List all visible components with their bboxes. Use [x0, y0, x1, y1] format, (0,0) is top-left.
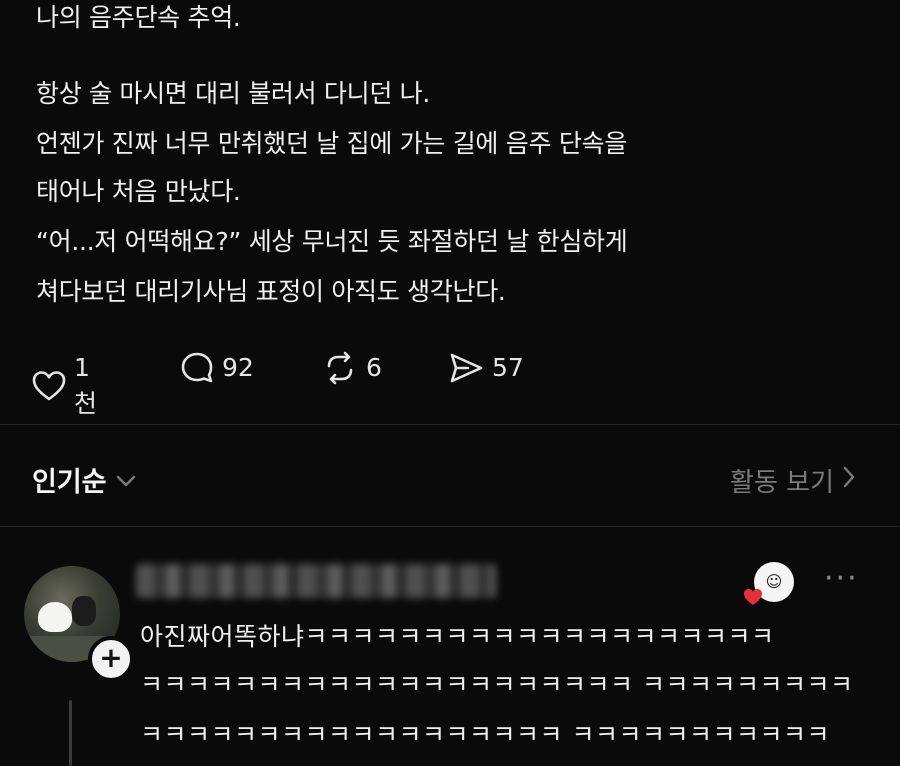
reply-text-line: 아진짜어똑하냐ㅋㅋㅋㅋㅋㅋㅋㅋㅋㅋㅋㅋㅋㅋㅋㅋㅋㅋㅋㅋ: [140, 622, 775, 651]
like-button[interactable]: 1천: [32, 350, 97, 422]
heart-icon: [32, 370, 66, 402]
blurred-username[interactable]: [136, 564, 496, 598]
follow-plus-button[interactable]: +: [88, 636, 134, 682]
share-count: 57: [492, 353, 524, 382]
reply-sort-bar: 인기순 활동 보기: [0, 450, 900, 510]
chevron-down-icon: [115, 464, 137, 495]
chevron-right-icon: [842, 465, 856, 496]
reply-item: + ☺ ··· 아진짜어똑하냐ㅋㅋㅋㅋㅋㅋㅋㅋㅋㅋㅋㅋㅋㅋㅋㅋㅋㅋㅋㅋ ㅋㅋㅋㅋ…: [0, 560, 900, 766]
repost-icon: [322, 351, 358, 385]
repost-button[interactable]: 6: [322, 350, 382, 386]
comment-count: 92: [222, 353, 254, 382]
reply-text-line: ㅋㅋㅋㅋㅋㅋㅋㅋㅋㅋㅋㅋㅋㅋㅋㅋㅋㅋㅋㅋㅋ ㅋㅋㅋㅋㅋㅋㅋㅋㅋ: [140, 670, 854, 699]
post-text-line: 나의 음주단속 추억.: [36, 3, 241, 32]
post-text-line: 언젠가 진짜 너무 만취했던 날 집에 가는 길에 음주 단속을: [36, 129, 627, 158]
divider: [0, 424, 900, 425]
share-button[interactable]: 57: [448, 350, 524, 386]
author-liked-heart-icon: [742, 586, 764, 608]
reply-text-line: ㅋㅋㅋㅋㅋㅋㅋㅋㅋㅋㅋㅋㅋㅋㅋㅋㅋㅋ ㅋㅋㅋㅋㅋㅋㅋㅋㅋㅋㅋ: [140, 720, 830, 749]
sort-label: 인기순: [32, 467, 107, 498]
post-text-line: 태어나 처음 만났다.: [36, 177, 241, 206]
like-count: 1천: [74, 353, 98, 418]
divider: [0, 526, 900, 527]
post-text-line: 항상 술 마시면 대리 불러서 다니던 나.: [36, 79, 431, 108]
post-text-line: 쳐다보던 대리기사님 표정이 아직도 생각난다.: [36, 277, 506, 306]
comment-bubble-icon: [180, 351, 214, 385]
activity-label: 활동 보기: [730, 468, 834, 498]
view-activity-link[interactable]: 활동 보기: [730, 462, 856, 499]
repost-count: 6: [366, 353, 382, 382]
comment-button[interactable]: 92: [180, 350, 254, 386]
more-options-icon[interactable]: ···: [824, 564, 859, 594]
thread-line: [69, 700, 72, 766]
post-text-line: “어...저 어떡해요?” 세상 무너진 듯 좌절하던 날 한심하게: [36, 227, 628, 256]
send-icon: [448, 351, 484, 385]
sort-dropdown[interactable]: 인기순: [32, 460, 137, 499]
